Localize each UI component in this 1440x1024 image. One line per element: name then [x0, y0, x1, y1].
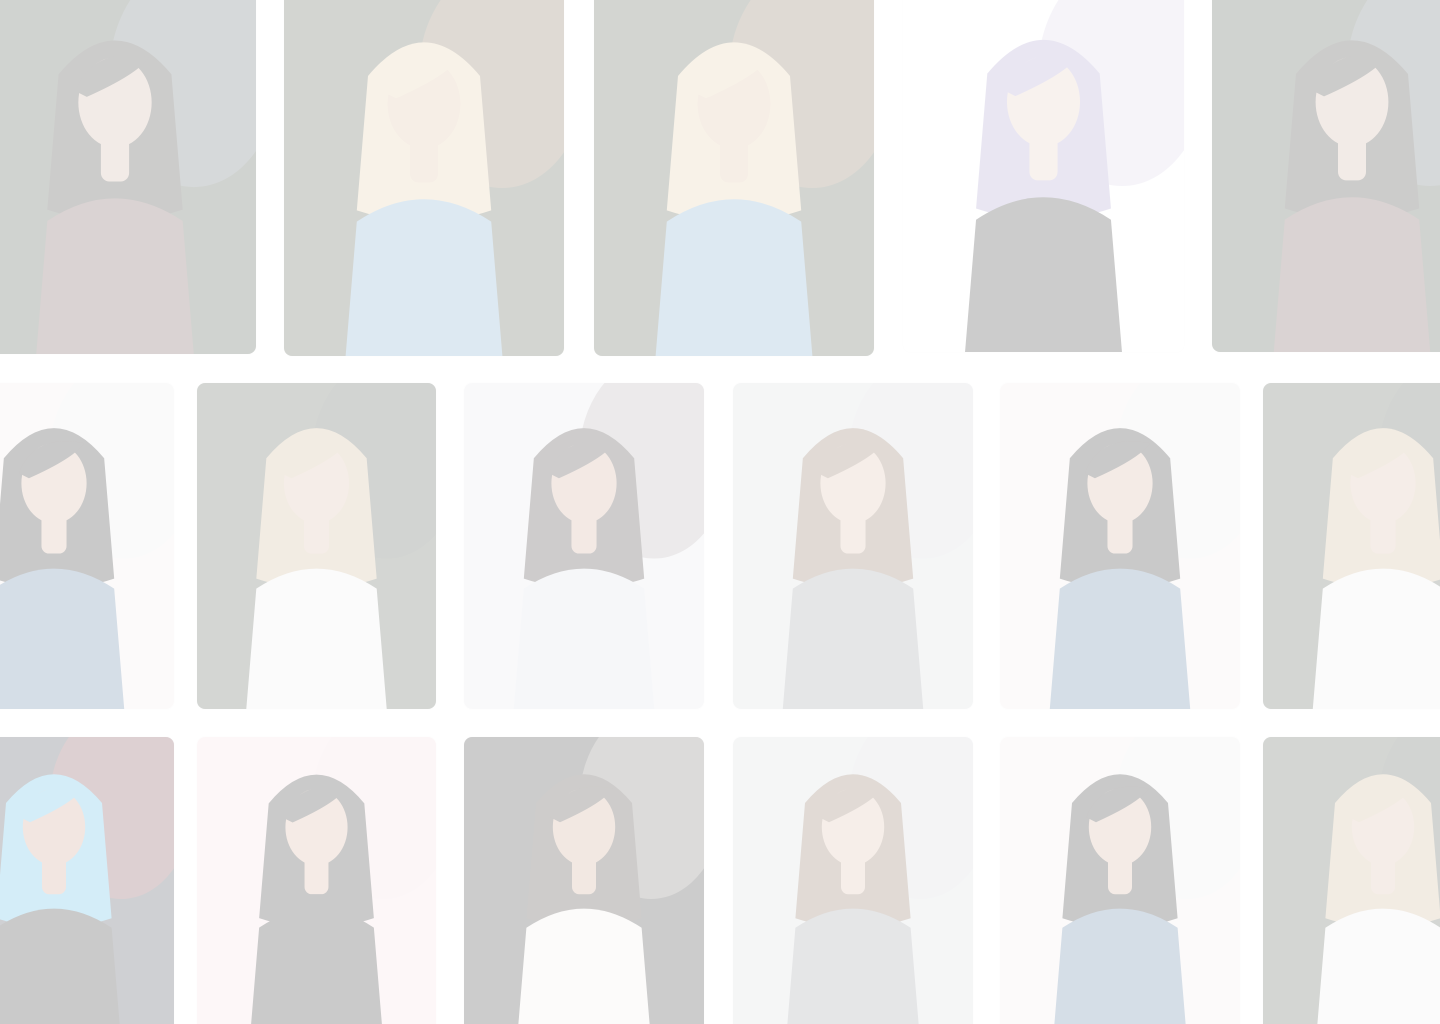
gallery-photo[interactable] — [594, 0, 874, 356]
photo-image — [284, 0, 564, 356]
photo-image — [733, 383, 973, 709]
gallery-photo[interactable] — [0, 383, 174, 709]
photo-image — [197, 737, 436, 1024]
photo-image — [197, 383, 436, 709]
photo-clothing — [1317, 908, 1440, 1024]
photo-clothing — [345, 199, 503, 356]
photo-image — [594, 0, 874, 356]
photo-clothing — [1312, 568, 1440, 709]
photo-image — [903, 0, 1184, 352]
gallery-photo[interactable] — [1000, 383, 1240, 709]
gallery-photo[interactable] — [0, 737, 174, 1024]
gallery-photo[interactable] — [1263, 383, 1440, 709]
photo-clothing — [251, 908, 382, 1024]
photo-clothing — [1054, 908, 1186, 1024]
photo-clothing — [518, 908, 650, 1024]
gallery-photo[interactable] — [733, 737, 973, 1024]
photo-clothing — [513, 568, 655, 709]
photo-clothing — [655, 199, 813, 356]
photo-image — [0, 737, 174, 1024]
photo-image — [464, 737, 704, 1024]
photo-gallery — [0, 0, 1440, 1024]
gallery-photo[interactable] — [197, 383, 436, 709]
photo-clothing — [0, 568, 125, 709]
photo-clothing — [787, 908, 919, 1024]
photo-clothing — [0, 908, 120, 1024]
gallery-photo[interactable] — [464, 383, 704, 709]
photo-clothing — [782, 568, 924, 709]
photo-clothing — [1049, 568, 1191, 709]
photo-image — [1212, 0, 1440, 352]
gallery-photo[interactable] — [197, 737, 436, 1024]
gallery-photo[interactable] — [0, 0, 256, 354]
gallery-photo[interactable] — [1212, 0, 1440, 352]
gallery-photo[interactable] — [464, 737, 704, 1024]
gallery-photo[interactable] — [733, 383, 973, 709]
photo-image — [464, 383, 704, 709]
photo-image — [0, 0, 256, 354]
photo-clothing — [965, 197, 1122, 352]
photo-image — [1263, 383, 1440, 709]
gallery-photo[interactable] — [284, 0, 564, 356]
photo-image — [1000, 737, 1240, 1024]
gallery-photo[interactable] — [1000, 737, 1240, 1024]
gallery-photo[interactable] — [1263, 737, 1440, 1024]
photo-image — [733, 737, 973, 1024]
photo-clothing — [36, 198, 194, 354]
photo-clothing — [246, 568, 387, 709]
gallery-photo[interactable] — [903, 0, 1184, 352]
photo-image — [1263, 737, 1440, 1024]
photo-clothing — [1273, 197, 1431, 352]
photo-image — [1000, 383, 1240, 709]
photo-image — [0, 383, 174, 709]
